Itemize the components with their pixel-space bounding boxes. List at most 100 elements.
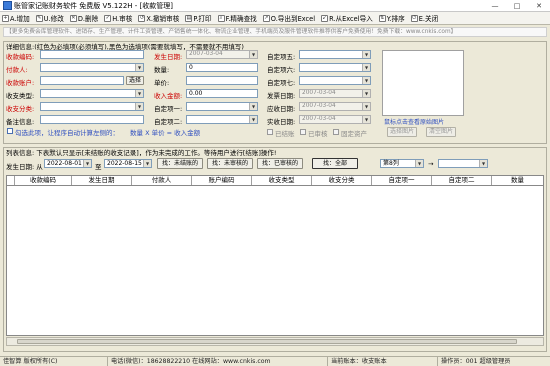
row-indicator-header [7, 176, 15, 185]
chevron-down-icon: ▼ [135, 90, 143, 97]
select-account-button[interactable]: 选择 [126, 76, 144, 85]
approve-button[interactable]: ✓ H.审核 [104, 13, 132, 23]
attachment-image-box[interactable] [382, 50, 464, 116]
fixed-asset-label: 固定资产 [341, 130, 367, 138]
promo-notice[interactable]: 【更多免费会库管理软件、进销存、生产管理、计件工资管理、产销售统一体化、物流企业… [3, 27, 547, 37]
custom5-select[interactable]: ▼ [299, 50, 371, 59]
print-button[interactable]: ▤ P.打印 [185, 13, 212, 23]
minimize-button[interactable]: — [484, 0, 506, 11]
col-category[interactable]: 收支分类 [312, 176, 372, 185]
chevron-down-icon: ▼ [362, 116, 370, 123]
date-to-label: 至 [95, 163, 102, 171]
find-button[interactable]: ⌕ F.精确查找 [217, 13, 257, 23]
due-date-label: 应收日期: [267, 105, 296, 113]
custom2-select[interactable]: ▼ [186, 115, 258, 124]
settled-label: 已结账 [275, 130, 295, 138]
date-input[interactable]: 2007-03-04 ▼ [186, 50, 258, 59]
filter-all-button[interactable]: 找：全部 [312, 158, 358, 169]
col-custom2[interactable]: 自定项二 [432, 176, 492, 185]
chevron-down-icon: ▼ [362, 64, 370, 71]
col-payer[interactable]: 付款人 [132, 176, 192, 185]
actual-date-input[interactable]: 2007-03-04 ▼ [299, 115, 371, 124]
auto-calc-formula: 数量 X 单价 = 收入金额 [130, 129, 201, 137]
custom7-select[interactable]: ▼ [299, 76, 371, 85]
scrollbar-thumb[interactable] [17, 339, 517, 344]
title-bar: 账管家记账财务软件 免费版 V5.122H - [收款管理] — □ ✕ [0, 0, 550, 12]
export-excel-button[interactable]: ↗ O.导出到Excel [262, 13, 315, 23]
chevron-down-icon: ▼ [143, 160, 151, 167]
status-bar: 佳智算 版权所有(C) 电话(微信)：18628822210 在线网站：www.… [0, 356, 550, 366]
edit-button[interactable]: ✎ U.修改 [35, 13, 64, 23]
invoice-date-input[interactable]: 2007-03-04 ▼ [299, 89, 371, 98]
custom6-select[interactable]: ▼ [299, 63, 371, 72]
import-excel-icon: ↙ [321, 14, 329, 22]
date-to-input[interactable]: 2022-08-15 ▼ [104, 159, 152, 168]
chevron-down-icon: ▼ [479, 160, 487, 167]
receipt-no-input[interactable] [40, 50, 144, 59]
chevron-down-icon: ▼ [415, 160, 423, 167]
amount-input[interactable]: 0.00 [186, 89, 258, 98]
clear-image-button[interactable]: 清空图片 [426, 127, 456, 137]
horizontal-scrollbar[interactable] [6, 337, 544, 346]
approve-icon: ✓ [104, 14, 112, 22]
remark-input[interactable] [40, 115, 144, 124]
column-select[interactable]: 第8列 ▼ [380, 159, 424, 168]
actual-date-label: 实收日期: [267, 118, 296, 126]
delete-button[interactable]: ✕ D.删除 [69, 13, 98, 23]
unit-price-input[interactable] [186, 76, 258, 85]
status-account: 当前账本：收支账本 [328, 357, 438, 366]
col-account-no[interactable]: 账户编码 [192, 176, 252, 185]
custom7-label: 自定项七: [267, 79, 296, 87]
custom1-select[interactable]: ▼ [186, 102, 258, 111]
view-image-link[interactable]: 鼠标点击查看原始图片 [384, 117, 444, 126]
status-operator: 操作员：001 超级管理员 [441, 358, 511, 365]
status-contact: 电话(微信)：18628822210 在线网站：www.cnkis.com [108, 357, 328, 366]
approved-checkbox[interactable] [300, 129, 306, 135]
select-image-button[interactable]: 选择图片 [387, 127, 417, 137]
arrow-right-icon: → [428, 160, 434, 168]
print-icon: ▤ [185, 14, 193, 22]
category-label: 收支分类: [6, 105, 35, 113]
fixed-asset-checkbox[interactable] [333, 129, 339, 135]
toolbar: + A.增加 ✎ U.修改 ✕ D.删除 ✓ H.审核 ↺ X.撤销审核 ▤ P.打印 ⌕ F… [0, 12, 550, 25]
col-receipt-no[interactable]: 收款编码 [15, 176, 72, 185]
due-date-input[interactable]: 2007-03-04 ▼ [299, 102, 371, 111]
chevron-down-icon: ▼ [249, 51, 257, 58]
unit-price-label: 单价: [154, 79, 170, 87]
approved-label: 已审核 [308, 130, 328, 138]
add-button[interactable]: + A.增加 [2, 13, 30, 23]
auto-calc-checkbox[interactable] [7, 128, 13, 134]
date-from-input[interactable]: 2022-08-01 ▼ [44, 159, 92, 168]
close-window-button[interactable]: ✕ [528, 0, 550, 11]
grid-body[interactable] [6, 186, 544, 336]
auto-calc-label: 勾选此项，让程序自动计算左侧的： [15, 129, 119, 137]
category-select[interactable]: ▼ [40, 102, 144, 111]
search-value-input[interactable]: ▼ [438, 159, 488, 168]
col-custom1[interactable]: 自定项一 [372, 176, 432, 185]
qty-label: 数量: [154, 66, 170, 74]
col-qty[interactable]: 数量 [492, 176, 543, 185]
sort-button[interactable]: ⇅ Y.排序 [378, 13, 405, 23]
payer-label: 付款人: [6, 66, 28, 74]
type-select[interactable]: ▼ [40, 89, 144, 98]
chevron-down-icon: ▼ [135, 103, 143, 110]
sort-icon: ⇅ [378, 14, 386, 22]
qty-input[interactable]: 0 [186, 63, 258, 72]
col-date[interactable]: 发生日期 [72, 176, 132, 185]
settled-checkbox[interactable] [267, 129, 273, 135]
col-type[interactable]: 收支类型 [252, 176, 312, 185]
payer-select[interactable]: ▼ [40, 63, 144, 72]
chevron-down-icon: ▼ [362, 51, 370, 58]
maximize-button[interactable]: □ [506, 0, 528, 11]
delete-icon: ✕ [69, 14, 77, 22]
filter-approved-button[interactable]: 找：已审核的 [257, 158, 303, 169]
close-button[interactable]: ⏻ E.关闭 [410, 13, 438, 23]
filter-unapproved-button[interactable]: 找：未审核的 [207, 158, 253, 169]
filter-unsettled-button[interactable]: 找：未结账的 [157, 158, 203, 169]
undo-approve-button[interactable]: ↺ X.撤销审核 [138, 13, 179, 23]
chevron-down-icon: ▼ [135, 64, 143, 71]
account-input[interactable] [40, 76, 124, 85]
window-controls: — □ ✕ [484, 0, 550, 11]
import-excel-button[interactable]: ↙ R.从Excel导入 [321, 13, 373, 23]
custom6-label: 自定项六: [267, 66, 296, 74]
